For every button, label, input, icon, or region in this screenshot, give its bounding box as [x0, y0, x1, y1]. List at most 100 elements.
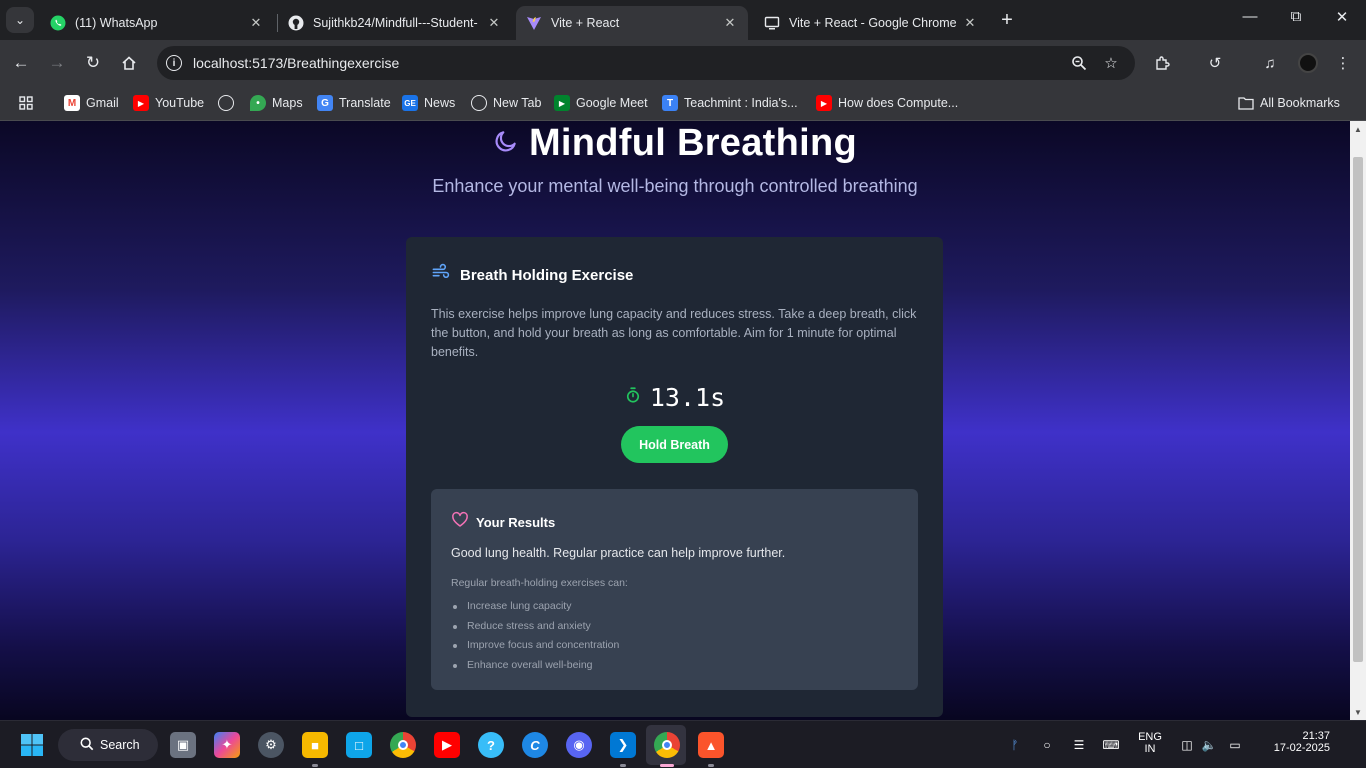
bookmark-star-icon[interactable]: ☆ — [1101, 53, 1121, 73]
pen-menu-icon[interactable]: ☰ — [1070, 736, 1088, 754]
tab-strip: ⌄ (11) WhatsApp ✕ Sujithkb24/Mindfull---… — [0, 0, 1366, 40]
bookmarks-bar: M Gmail ▶ YouTube • Maps G Translate GE … — [0, 86, 1366, 121]
browser-toolbar: ← → ↻ i localhost:5173/Breathingexercise… — [0, 40, 1366, 86]
brave-icon[interactable]: ▲ — [698, 732, 724, 758]
page-subtitle: Enhance your mental well-being through c… — [432, 176, 918, 196]
chrome-icon[interactable] — [390, 732, 416, 758]
all-bookmarks[interactable]: All Bookmarks — [1238, 93, 1340, 113]
hold-breath-button[interactable]: Hold Breath — [621, 426, 728, 463]
close-icon[interactable]: ✕ — [962, 15, 978, 31]
clock[interactable]: 21:37 17-02-2025 — [1252, 730, 1330, 754]
windows-taskbar: Search ▣ ✦ ⚙ ■ □ ▶ ? C ◉ ❯ ▲ ᚠ ○ ☰ ⌨ ENG… — [0, 720, 1366, 768]
canva-icon[interactable]: C — [522, 732, 548, 758]
site-info-icon[interactable]: i — [166, 55, 182, 71]
back-arrow-icon[interactable]: ← — [9, 51, 33, 75]
bookmark-translate[interactable]: G Translate — [317, 93, 391, 113]
volume-icon[interactable]: 🔈 — [1200, 736, 1218, 754]
bookmark-google-meet[interactable]: ▶ Google Meet — [554, 93, 648, 113]
vite-icon — [526, 15, 542, 31]
maps-pin-icon: • — [250, 95, 266, 111]
url-text[interactable]: localhost:5173/Breathingexercise — [193, 55, 399, 71]
globe-icon — [218, 95, 234, 111]
tab-title: Sujithkb24/Mindfull---Student- — [313, 16, 478, 30]
benefits-list: Increase lung capacity Reduce stress and… — [451, 597, 619, 675]
help-icon[interactable]: ? — [478, 732, 504, 758]
zoom-icon[interactable] — [1069, 53, 1089, 73]
tab-vite-react-active[interactable]: Vite + React ✕ — [516, 6, 748, 40]
grammarly-icon[interactable]: ○ — [1038, 736, 1056, 754]
keyboard-icon[interactable]: ⌨ — [1102, 736, 1120, 754]
breath-holding-card: Breath Holding Exercise This exercise he… — [406, 237, 943, 717]
bookmark-gmail[interactable]: M Gmail — [64, 93, 119, 113]
scroll-up-arrow-icon[interactable]: ▲ — [1350, 121, 1366, 137]
discord-icon[interactable]: ◉ — [566, 732, 592, 758]
restore-icon[interactable]: ⧉ — [1285, 8, 1307, 25]
tab-github[interactable]: Sujithkb24/Mindfull---Student- ✕ — [278, 6, 512, 40]
new-tab-plus-icon[interactable]: + — [996, 9, 1018, 31]
list-item: Increase lung capacity — [451, 597, 619, 617]
folder-icon — [1238, 95, 1254, 111]
scroll-down-arrow-icon[interactable]: ▼ — [1350, 704, 1366, 720]
tab-title: Vite + React - Google Chrome 2 — [789, 16, 956, 30]
tab-search-button[interactable]: ⌄ — [6, 7, 34, 33]
close-icon[interactable]: ✕ — [248, 15, 264, 31]
scroll-thumb[interactable] — [1353, 157, 1363, 662]
bluetooth-icon[interactable]: ᚠ — [1006, 736, 1024, 754]
close-icon[interactable]: ✕ — [722, 15, 738, 31]
page-scrollbar[interactable]: ▲ ▼ — [1350, 121, 1366, 720]
page-title: Mindful Breathing — [528, 121, 858, 164]
list-item: Reduce stress and anxiety — [451, 617, 619, 637]
page-header: Mindful Breathing — [0, 121, 1350, 165]
results-title: Your Results — [476, 515, 556, 530]
running-indicator — [312, 764, 318, 767]
settings-gear-icon[interactable]: ⚙ — [258, 732, 284, 758]
tab-whatsapp[interactable]: (11) WhatsApp ✕ — [40, 6, 274, 40]
bookmark-globe[interactable] — [218, 93, 240, 113]
bookmark-maps[interactable]: • Maps — [250, 93, 303, 113]
forward-arrow-icon[interactable]: → — [45, 51, 69, 75]
windows-start-icon[interactable] — [19, 732, 45, 758]
reload-icon[interactable]: ↻ — [81, 51, 105, 75]
network-icon[interactable]: ◫ — [1178, 736, 1196, 754]
chrome-active-icon[interactable] — [654, 732, 680, 758]
address-bar[interactable]: i localhost:5173/Breathingexercise ☆ — [157, 46, 1135, 80]
youtube-app-icon[interactable]: ▶ — [434, 732, 460, 758]
search-icon — [80, 737, 94, 754]
media-controls-icon[interactable]: ♫ — [1259, 52, 1281, 74]
list-item: Enhance overall well-being — [451, 656, 619, 676]
profile-avatar[interactable] — [1298, 53, 1318, 73]
close-window-icon[interactable]: ✕ — [1331, 8, 1353, 26]
file-explorer-icon[interactable]: ■ — [302, 732, 328, 758]
results-panel: Your Results Good lung health. Regular p… — [431, 489, 918, 690]
teachmint-icon: T — [662, 95, 678, 111]
language-indicator[interactable]: ENG IN — [1132, 731, 1168, 755]
bookmark-youtube[interactable]: ▶ YouTube — [133, 93, 204, 113]
desktop-icon[interactable]: □ — [346, 732, 372, 758]
menu-kebab-icon[interactable]: ⋮ — [1332, 52, 1354, 74]
copilot-icon[interactable]: ✦ — [214, 732, 240, 758]
vscode-icon[interactable]: ❯ — [610, 732, 636, 758]
tab-vite-react-chrome[interactable]: Vite + React - Google Chrome 2 ✕ — [754, 6, 988, 40]
task-view-icon[interactable]: ▣ — [170, 732, 196, 758]
home-icon[interactable] — [117, 51, 141, 75]
page-viewport: Mindful Breathing Enhance your mental we… — [0, 121, 1350, 720]
minimize-icon[interactable]: — — [1239, 8, 1261, 25]
extensions-icon[interactable] — [1151, 52, 1173, 74]
close-icon[interactable]: ✕ — [486, 15, 502, 31]
tab-title: (11) WhatsApp — [75, 16, 158, 30]
wind-icon — [431, 263, 450, 287]
results-header: Your Results — [451, 511, 555, 534]
bookmark-new-tab[interactable]: New Tab — [471, 93, 541, 113]
bookmark-how-does-compute[interactable]: ▶ How does Compute... — [816, 93, 958, 113]
apps-grid-icon[interactable] — [18, 93, 34, 113]
bookmark-teachmint[interactable]: T Teachmint : India's... — [662, 93, 798, 113]
taskbar-search[interactable]: Search — [58, 729, 158, 761]
heart-icon — [451, 511, 469, 534]
battery-icon[interactable]: ▭ — [1226, 736, 1244, 754]
results-note: Regular breath-holding exercises can: — [451, 577, 628, 589]
tab-title: Vite + React — [551, 16, 620, 30]
history-icon[interactable]: ↺ — [1204, 52, 1226, 74]
whatsapp-icon — [50, 15, 66, 31]
active-indicator — [660, 764, 674, 767]
bookmark-news[interactable]: GE News — [402, 93, 455, 113]
